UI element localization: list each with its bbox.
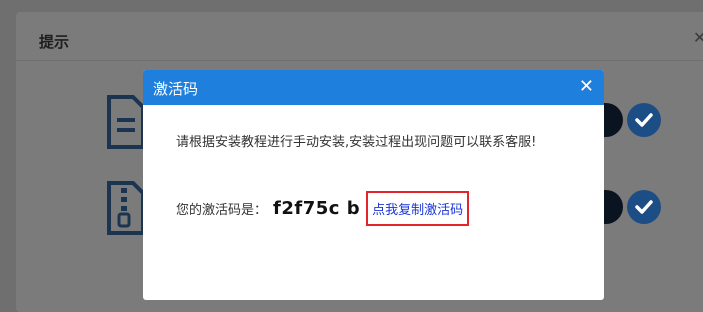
document-icon [107,95,145,149]
check-icon [627,190,661,224]
zip-file-icon [107,181,145,235]
status-row-2 [603,190,663,224]
activation-code-modal: 激活码 ✕ 请根据安装教程进行手动安装,安装过程出现问题可以联系客服! 您的激活… [143,70,604,300]
activation-code-row: 您的激活码是： f2f75c b 点我复制激活码 [176,190,470,226]
modal-title: 激活码 [153,80,199,98]
status-row-1 [603,103,663,137]
check-icon [627,103,661,137]
divider [16,60,703,61]
background-close-icon[interactable]: ✕ [693,28,703,47]
background-dialog-title: 提示 [39,33,70,51]
status-pill [603,190,623,224]
copy-code-link[interactable]: 点我复制激活码 [366,190,470,226]
activation-code-value: f2f75c b [273,197,361,219]
modal-header: 激活码 ✕ [143,70,604,105]
status-pill [603,103,623,137]
activation-code-label: 您的激活码是： [176,202,268,218]
modal-message: 请根据安装教程进行手动安装,安装过程出现问题可以联系客服! [176,135,537,150]
close-icon[interactable]: ✕ [579,76,594,97]
